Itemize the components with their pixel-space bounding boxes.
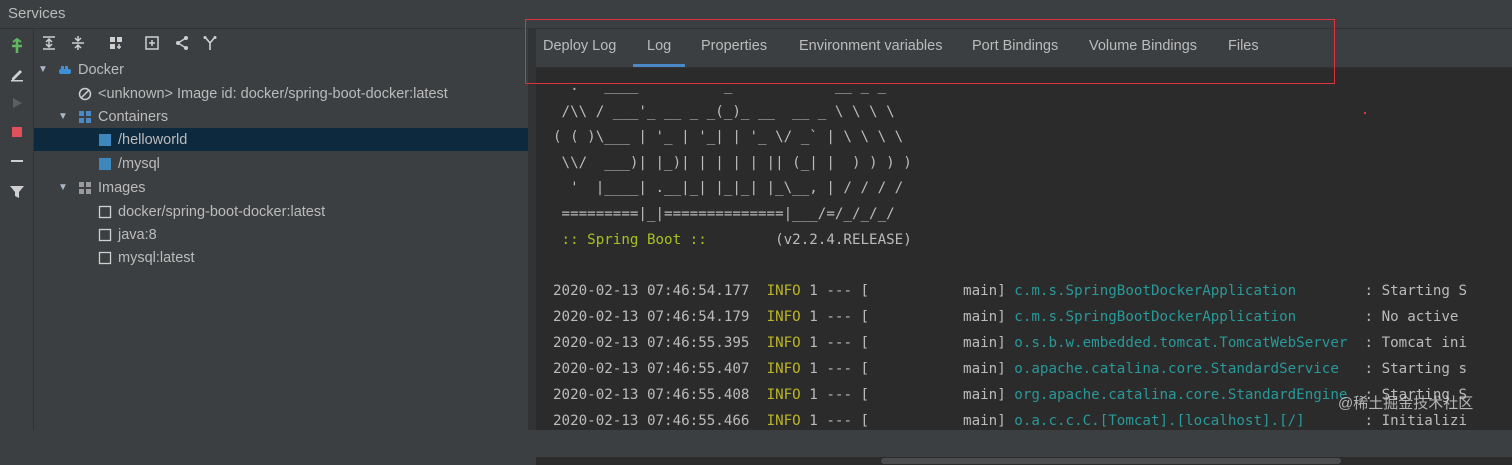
filter-icon[interactable] [6,181,28,203]
log-timestamp: 2020-02-13 07:46:55.466 [553,413,750,429]
tree-label: Containers [98,108,169,125]
log-logger: o.apache.catalina.core.StandardService [1014,361,1356,377]
log-level: INFO [766,361,801,377]
image-icon [98,205,112,218]
tree-node-image-spring-boot-docker[interactable]: docker/spring-boot-docker:latest [34,200,528,223]
stop-icon[interactable] [6,121,28,143]
tree-node-image-mysql[interactable]: mysql:latest [34,246,528,269]
log-logger: o.s.b.w.embedded.tomcat.TomcatWebServer [1014,335,1356,351]
scrollbar-thumb[interactable] [881,458,1341,464]
details-pane: Deploy Log Log Properties Environment va… [536,29,1512,465]
tree-node-images[interactable]: ▼ Images [34,176,528,199]
blocked-icon [78,87,92,100]
minus-icon[interactable] [6,150,28,172]
log-message: : Starting s [1355,361,1467,377]
log-thread: 1 --- [ main] [800,309,1015,325]
log-timestamp: 2020-02-13 07:46:55.407 [553,361,750,377]
add-service-icon[interactable] [141,32,163,54]
group-services-icon[interactable] [105,32,127,54]
log-message: : Tomcat ini [1355,335,1467,351]
log-line: 2020-02-13 07:46:54.177 INFO 1 --- [ mai… [553,278,1467,304]
split-divider[interactable] [528,29,536,430]
log-thread: 1 --- [ main] [800,283,1015,299]
container-icon [99,133,111,146]
tree-node-container-helloworld[interactable]: /helloworld [34,128,528,151]
spring-boot-version: (v2.2.4.RELEASE) [775,232,912,248]
horizontal-scrollbar[interactable] [536,457,1512,465]
log-level: INFO [766,283,801,299]
containers-icon [79,110,91,123]
log-thread: 1 --- [ main] [800,361,1015,377]
log-timestamp: 2020-02-13 07:46:55.395 [553,335,750,351]
log-logger: o.a.c.c.C.[Tomcat].[localhost].[/] [1014,413,1356,429]
services-toolstrip [0,29,34,430]
refresh-icon[interactable] [6,35,28,57]
log-line: 2020-02-13 07:46:55.407 INFO 1 --- [ mai… [553,356,1467,382]
log-timestamp: 2020-02-13 07:46:54.179 [553,309,750,325]
log-line: 2020-02-13 07:46:55.395 INFO 1 --- [ mai… [553,330,1467,356]
banner-line: ( ( )\___ | '_ | '_| | '_ \/ _` | \ \ \ … [553,129,904,145]
tree-label: java:8 [118,226,157,243]
banner-line: =========|_|==============|___/=/_/_/_/ [553,206,895,222]
log-line: 2020-02-13 07:46:55.466 INFO 1 --- [ mai… [553,408,1467,434]
expand-arrow-icon[interactable]: ▼ [56,182,70,193]
container-icon [99,157,111,170]
spring-boot-label: :: Spring Boot :: [553,232,776,248]
log-logger: c.m.s.SpringBootDockerApplication [1014,309,1356,325]
docker-icon [59,65,71,74]
log-logger: c.m.s.SpringBootDockerApplication [1014,283,1356,299]
services-tree: ▼ Docker <unknown> Image id: docker/spri… [34,57,528,430]
log-timestamp: 2020-02-13 07:46:55.408 [553,387,750,403]
log-message: : Starting S [1355,283,1467,299]
tree-toolbar [34,29,528,57]
tree-label: <unknown> Image id: docker/spring-boot-d… [98,85,448,102]
image-icon [98,228,112,241]
edit-icon[interactable] [6,63,28,85]
expand-all-icon[interactable] [38,32,60,54]
log-message: : Initializi [1355,413,1467,429]
banner-line: /\\ / ___'_ __ _ _(_)_ __ __ _ \ \ \ \ [553,104,895,120]
tree-node-image-java[interactable]: java:8 [34,223,528,246]
tree-label: Images [98,179,146,196]
share-icon[interactable] [171,32,193,54]
banner-line: ' |____| .__|_| |_|_| |_\__, | / / / / [553,180,904,196]
tree-node-container-mysql[interactable]: /mysql [34,152,528,175]
images-icon [79,181,91,194]
watermark-text: @稀土掘金技术社区 [1338,395,1474,412]
expand-arrow-icon[interactable]: ▼ [36,64,50,75]
log-level: INFO [766,387,801,403]
log-console[interactable]: . ____ _ __ _ _ /\\ / ___'_ __ _ _(_)_ _… [536,68,1512,465]
tree-node-containers[interactable]: ▼ Containers [34,105,528,128]
collapse-all-icon[interactable] [67,32,89,54]
tree-node-unknown-image[interactable]: <unknown> Image id: docker/spring-boot-d… [34,82,528,105]
tree-label: mysql:latest [118,249,195,266]
annotation-highlight-box [525,19,1335,84]
banner-line: \\/ ___)| |_)| | | | | || (_| | ) ) ) ) [553,155,912,171]
tree-label: Docker [78,61,124,78]
spring-boot-version-line: :: Spring Boot :: (v2.2.4.RELEASE) [553,228,912,254]
annotation-dot [1364,112,1366,114]
log-level: INFO [766,335,801,351]
expand-arrow-icon[interactable]: ▼ [56,111,70,122]
tree-label: /helloworld [118,131,188,148]
log-thread: 1 --- [ main] [800,413,1015,429]
branch-icon[interactable] [199,32,221,54]
log-message: : No active [1355,309,1459,325]
log-thread: 1 --- [ main] [800,335,1015,351]
log-thread: 1 --- [ main] [800,387,1015,403]
image-icon [98,251,112,264]
tree-node-docker[interactable]: ▼ Docker [34,58,528,81]
tree-label: docker/spring-boot-docker:latest [118,203,326,220]
log-logger: org.apache.catalina.core.StandardEngine [1014,387,1356,403]
log-line: 2020-02-13 07:46:55.408 INFO 1 --- [ mai… [553,382,1467,408]
log-level: INFO [766,413,801,429]
window-title: Services [8,5,66,22]
log-timestamp: 2020-02-13 07:46:54.177 [553,283,750,299]
log-line: 2020-02-13 07:46:54.179 INFO 1 --- [ mai… [553,304,1458,330]
tree-label: /mysql [118,155,160,172]
log-level: INFO [766,309,801,325]
run-icon[interactable] [6,92,28,114]
